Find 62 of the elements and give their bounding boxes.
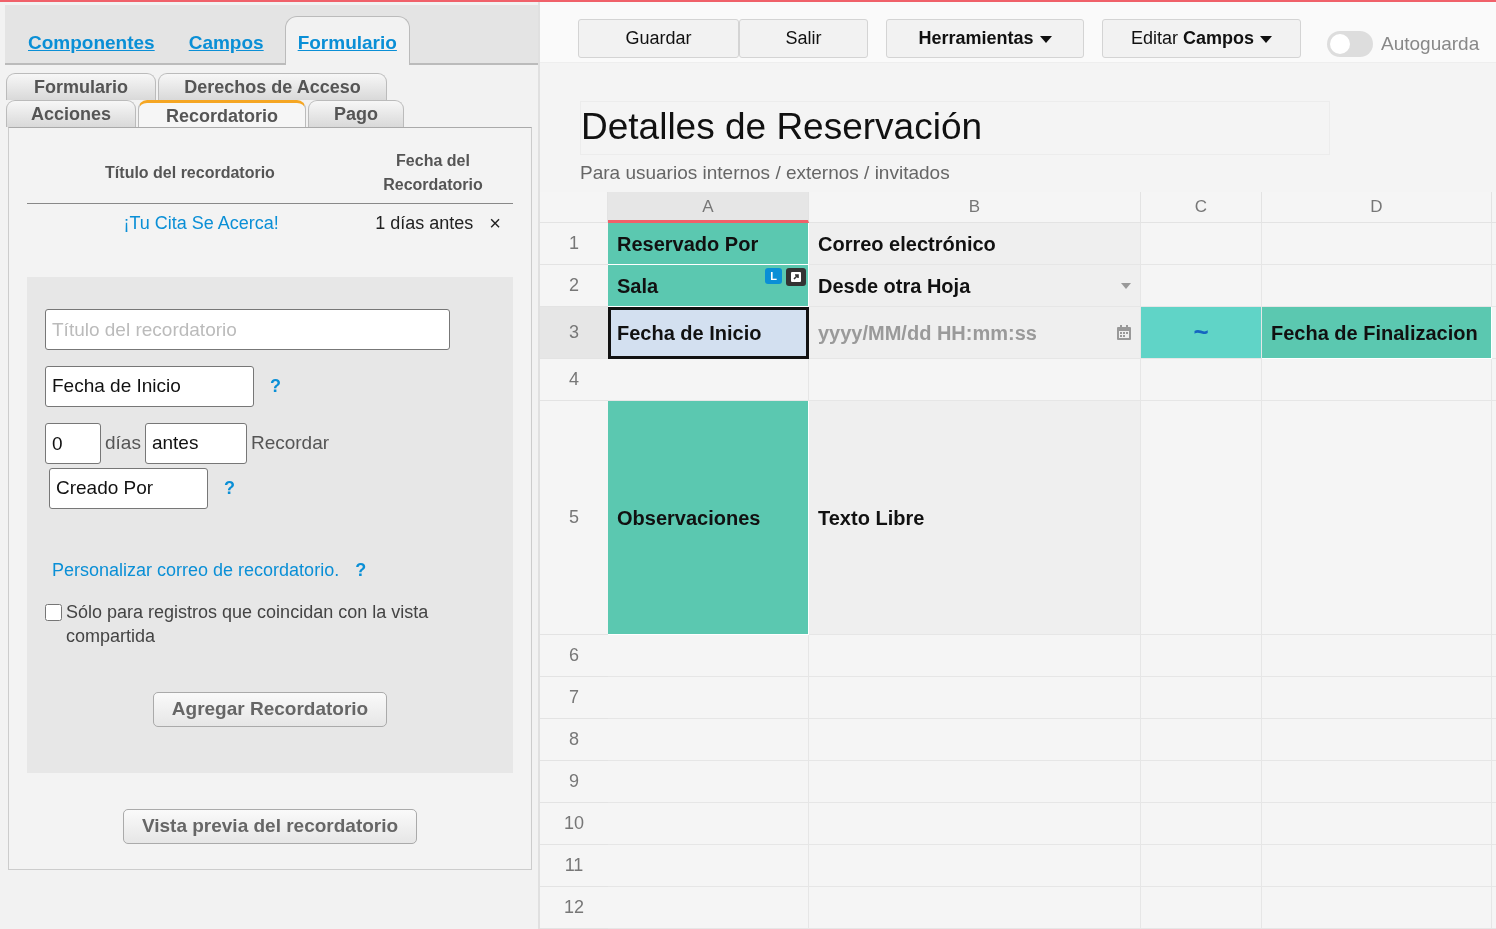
field-label-cell[interactable]: Fecha de Finalizacion (1262, 307, 1492, 359)
row-number: 12 (540, 887, 608, 929)
preview-reminder-button[interactable]: Vista previa del recordatorio (122, 809, 418, 844)
toolbar-button[interactable]: Editar Campos (1102, 19, 1301, 59)
field-cell[interactable]: Texto Libre (809, 401, 1141, 635)
calendar-icon[interactable] (1117, 325, 1131, 340)
toolbar-button[interactable]: Herramientas (886, 19, 1084, 59)
column-header: Título del recordatorio (104, 162, 276, 183)
field-label-cell[interactable]: Sala L (608, 265, 809, 307)
days-field[interactable]: 0 (45, 423, 101, 464)
empty-cell[interactable] (809, 635, 1141, 677)
remind-label: Recordar (250, 431, 330, 456)
tab[interactable]: Derechos de Acceso (158, 73, 387, 100)
dropdown-cell[interactable]: Desde otra Hoja (809, 265, 1141, 307)
recipient-select[interactable]: Creado Por (49, 468, 208, 509)
range-separator: ~ (1141, 307, 1262, 359)
tab[interactable]: Formulario (284, 15, 410, 65)
field-label-cell[interactable]: Reservado Por (608, 223, 809, 265)
caret-icon (1039, 36, 1052, 44)
checkbox-label: Sólo para registros que coincidan con la vista compartida (66, 601, 430, 648)
badge: L (765, 268, 782, 284)
tab[interactable]: Recordatorio (138, 100, 306, 127)
row-number: 4 (540, 359, 608, 401)
column-header[interactable]: C (1141, 192, 1262, 223)
row-number: 9 (540, 761, 608, 803)
shared-view-checkbox[interactable] (45, 604, 62, 621)
field-label-cell[interactable]: Observaciones (608, 401, 809, 635)
row-number: 8 (540, 719, 608, 761)
days-label: días (105, 431, 141, 456)
empty-cell[interactable] (1141, 359, 1262, 401)
reminder-date: 1 días antes (375, 211, 474, 235)
row-number: 11 (540, 845, 608, 887)
caret-icon (1121, 282, 1131, 289)
cell-text: Desde otra Hoja (818, 273, 972, 299)
reminder-title-link[interactable]: ¡Tu Cita Se Acerca! (27, 209, 376, 237)
row-number: 6 (540, 635, 608, 677)
autosave-label: Autoguarda (1381, 31, 1480, 56)
toolbar-button[interactable]: Salir (739, 19, 868, 59)
tab[interactable]: Pago (308, 100, 404, 127)
row-number: 10 (540, 803, 608, 845)
row-number: 3 (540, 307, 608, 359)
row-number: 7 (540, 677, 608, 719)
toolbar-button[interactable]: Guardar (578, 19, 739, 59)
date-placeholder: yyyy/MM/dd HH:mm:ss (818, 320, 1038, 346)
empty-cell[interactable] (608, 635, 809, 677)
tab[interactable]: Formulario (6, 73, 156, 100)
sheet-subtitle: Para usuarios internos / externos / invitados (580, 161, 951, 186)
empty-cell[interactable] (1262, 359, 1492, 401)
date-field-select[interactable]: Fecha de Inicio (45, 366, 254, 407)
field-cell[interactable]: Correo electrónico (809, 223, 1141, 265)
title-field[interactable]: Título del recordatorio (45, 309, 450, 350)
column-header[interactable]: A (608, 192, 809, 223)
caret-icon (1260, 36, 1272, 44)
column-header[interactable]: D (1262, 192, 1492, 223)
direction-select[interactable]: antes (144, 423, 247, 464)
remove-button[interactable]: × (489, 208, 501, 238)
field-label-cell[interactable]: Fecha de Inicio (608, 307, 809, 359)
autosave-toggle[interactable] (1327, 31, 1373, 58)
column-header: Fecha del Recordatorio (382, 150, 484, 195)
tab[interactable]: Acciones (6, 100, 136, 127)
add-reminder-button[interactable]: Agregar Recordatorio (152, 692, 388, 727)
sheet-title: Detalles de Reservación (580, 101, 1330, 156)
